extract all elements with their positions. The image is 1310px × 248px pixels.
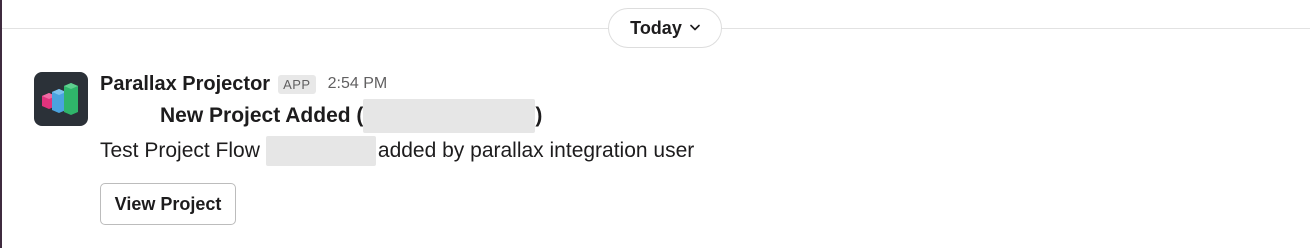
body-prefix: Test Project Flow [100, 139, 260, 162]
message-header: Parallax Projector APP 2:54 PM [100, 70, 387, 98]
headline-prefix: New Project Added ( [160, 104, 364, 127]
date-label: Today [630, 17, 682, 38]
redacted-project-id [265, 136, 376, 166]
headline-suffix: ) [535, 104, 543, 127]
date-divider-button[interactable]: Today [608, 8, 722, 48]
parallax-logo-icon [42, 83, 78, 115]
message-timestamp[interactable]: 2:54 PM [328, 75, 388, 93]
message-headline: New Project Added ( ) [160, 99, 543, 133]
app-name-link[interactable]: Parallax Projector [100, 73, 270, 96]
message-body: Test Project Flow added by parallax inte… [100, 136, 694, 166]
app-badge: APP [278, 74, 316, 94]
redacted-project-name [363, 99, 536, 133]
chevron-down-icon [690, 22, 700, 32]
message-pane: Today Parallax Projector APP 2:54 PM New… [0, 0, 1310, 248]
view-project-button[interactable]: View Project [100, 183, 236, 225]
body-suffix: added by parallax integration user [377, 139, 695, 162]
app-avatar[interactable] [34, 72, 88, 126]
